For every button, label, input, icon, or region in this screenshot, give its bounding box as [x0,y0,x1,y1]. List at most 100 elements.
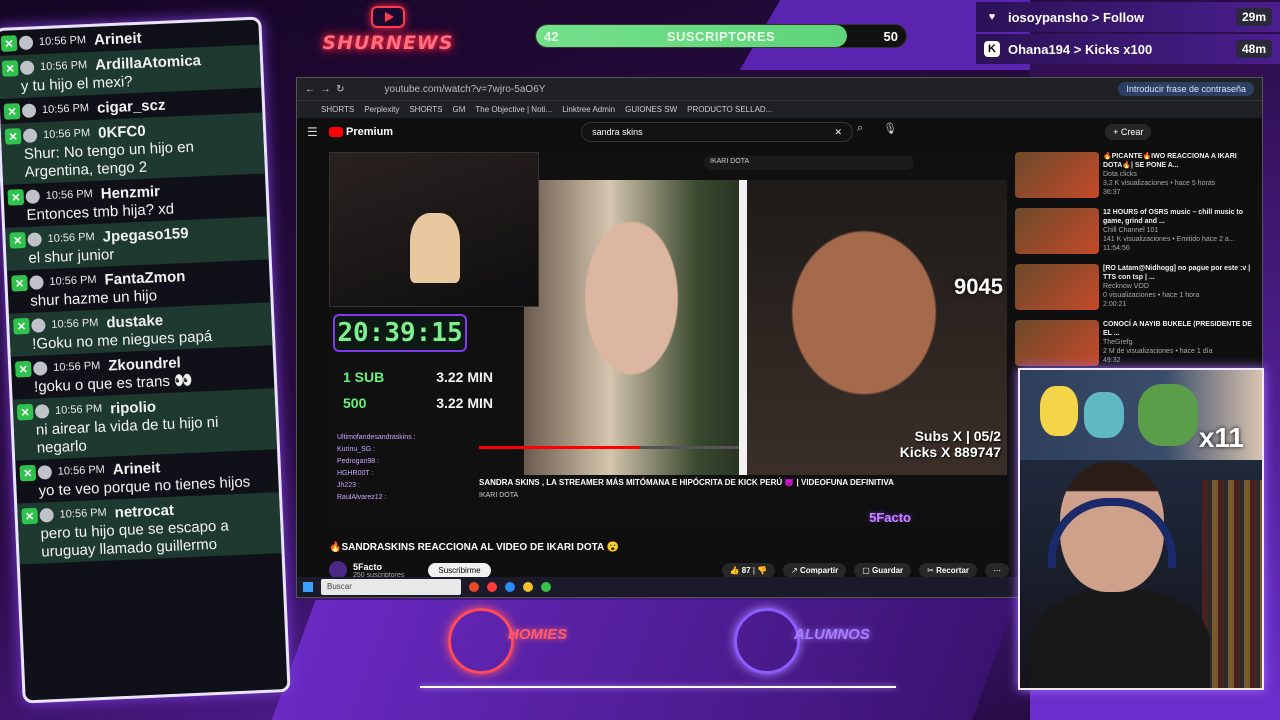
multiplier-label: x11 [1198,422,1244,453]
badge-icon: ✕ [1,60,19,77]
recommendation-item[interactable]: CONOCÍ A NAYIB BUKELE (PRESIDENTE DE EL … [1015,320,1255,372]
avatar [34,404,50,419]
event-user: Ohana194 [1008,41,1071,57]
avatar [22,128,38,143]
rec-title: [RO Latam@Nidhogg] no pague por este :v … [1103,265,1251,281]
clip-button[interactable]: ✂ Recortar [919,562,977,578]
app-icon[interactable] [505,582,515,592]
rec-channel: Recknow VOD [1103,283,1149,290]
rec-channel: Chill Channel 101 [1103,227,1159,234]
background-shape [264,600,1016,720]
message-user: dustake [106,311,164,332]
badge-icon: ✕ [3,103,21,120]
reload-icon[interactable]: ↻ [336,84,344,95]
like-button[interactable]: 👍 87 | 👎 [721,562,776,578]
message-user: ripolio [109,397,157,417]
mini-chat-line: Kurinu_SG : [337,446,376,453]
recommendation-item[interactable]: 🔥PICANTE🔥IWO REACCIONA A IKARI DOTA🔥| SE… [1015,152,1255,204]
thumbnail[interactable] [1015,264,1099,310]
message-time: 10:56 PM [45,187,94,203]
chat-message: ✕ 10:56 PM netrocat pero tu hijo que se esc… [17,492,282,565]
inner-video-title: SANDRA SKINS , LA STREAMER MÁS MITÓMANA … [479,478,894,487]
app-icon[interactable] [487,582,497,592]
inner-progress-bar[interactable] [479,446,739,449]
video-player[interactable]: IKARI DOTA 20:39:15 1 SUB 3.22 MIN 500 3.2… [329,152,1007,522]
bookmark-item[interactable]: The Objective | Noti... [475,105,552,114]
subscriber-goal-bar: 42 SUSCRIPTORES 50 [535,24,907,48]
avatar [18,35,34,51]
recommendation-item[interactable]: 12 HOURS of OSRS music – chill music to … [1015,208,1255,260]
thumbnail[interactable] [1015,208,1099,254]
forward-icon[interactable]: → [321,84,331,95]
thumbnail[interactable] [1015,152,1099,198]
badge-icon: ✕ [4,128,22,145]
bookmark-item[interactable]: Linktree Admin [562,105,615,114]
play-icon [371,6,405,28]
badge-icon: ✕ [7,189,25,206]
rec-meta: 2 M de visualizaciones • hace 1 día [1103,348,1213,355]
message-time: 10:56 PM [38,34,87,49]
message-user: 0KFC0 [97,122,146,142]
alumnos-logo: ALUMNOS [734,606,874,676]
video-title: 🔥SANDRASKINS REACCIONA AL VIDEO DE IKARI… [329,542,620,553]
search-icon[interactable]: ⌕ [857,122,879,142]
logo-text: SHURNEWS [322,32,454,54]
save-button[interactable]: ▢ Guardar [854,562,912,578]
address-bar-row: ← → ↻ youtube.com/watch?v=7wjro-5aO6Y In… [297,78,1262,100]
channel-name: 5Facto [353,561,383,572]
mini-chat-line: Pedrogan98 : [337,458,380,465]
message-user: Zkoundrel [107,353,182,374]
bookmark-item[interactable]: SHORTS [321,105,354,114]
message-time: 10:56 PM [49,273,97,288]
event-item: K Ohana194 > Kicks x100 48m [976,34,1280,64]
subs-kicks-info: Subs X | 05/2 Kicks X 889747 [899,428,1001,460]
menu-icon[interactable]: ☰ [307,125,321,139]
bookmark-item[interactable]: Perplexity [364,105,399,114]
avatar [39,508,54,523]
avatar [32,361,48,376]
event-item: ♥ iosoypansho > Follow 29m [976,2,1280,32]
goal-row: 500 3.22 MIN [343,395,493,411]
more-icon[interactable]: ⋯ [985,562,1009,578]
mini-chat-line: Jh223 : [337,482,360,489]
watermark: 5Facto [869,510,911,522]
rec-meta: 0 visualizaciones • hace 1 hora [1103,292,1200,299]
avatar [27,232,42,247]
recommendation-item[interactable]: [RO Latam@Nidhogg] no pague por este :v … [1015,264,1255,316]
bookmark-item[interactable]: GUIONES SW [625,105,677,114]
bookmark-item[interactable]: GM [453,105,466,114]
rec-title: 12 HOURS of OSRS music – chill music to … [1103,209,1244,225]
app-icon[interactable] [523,582,533,592]
share-button[interactable]: ↗ Compartir [783,562,847,578]
message-user: Jpegaso159 [102,224,189,246]
rec-duration: 11:54:56 [1103,245,1130,252]
subscriber-goal: 50 [883,29,898,44]
app-icon[interactable] [541,582,551,592]
heart-icon: ♥ [988,11,996,23]
create-button[interactable]: + Crear [1105,124,1152,140]
bookmark-item[interactable]: PRODUCTO SELLAD... [687,105,772,114]
youtube-header: ☰ Premium sandra skins ✕ ⌕ 🎙 + Crear [297,118,1262,146]
subscribe-button[interactable]: Suscribirme [428,562,491,578]
back-icon[interactable]: ← [305,84,315,95]
bookmark-item[interactable]: SHORTS [409,105,442,114]
badge-icon: ✕ [9,231,27,249]
url-field[interactable]: youtube.com/watch?v=7wjro-5aO6Y [385,84,1025,95]
video-frame-left [524,180,739,475]
app-icon[interactable] [469,582,479,592]
rec-meta: 141 K visualizaciones • Emitido hace 2 a… [1103,236,1235,243]
rec-title: CONOCÍ A NAYIB BUKELE (PRESIDENTE DE EL … [1103,321,1252,337]
youtube-logo[interactable]: Premium [329,126,393,138]
windows-start-icon[interactable] [303,582,313,592]
password-hint[interactable]: Introducir frase de contraseña [1118,82,1254,96]
message-time: 10:56 PM [47,230,95,245]
avatar [19,60,35,76]
mic-icon[interactable]: 🎙 [883,122,905,142]
taskbar-search[interactable]: Buscar [321,579,461,595]
badge-icon: ✕ [0,35,18,52]
thumbnail[interactable] [1015,320,1099,366]
search-input[interactable]: sandra skins ✕ [581,122,854,142]
stream-timer: 20:39:15 [333,314,467,352]
message-user: Henzmir [100,182,161,203]
event-action: Follow [1103,9,1145,25]
